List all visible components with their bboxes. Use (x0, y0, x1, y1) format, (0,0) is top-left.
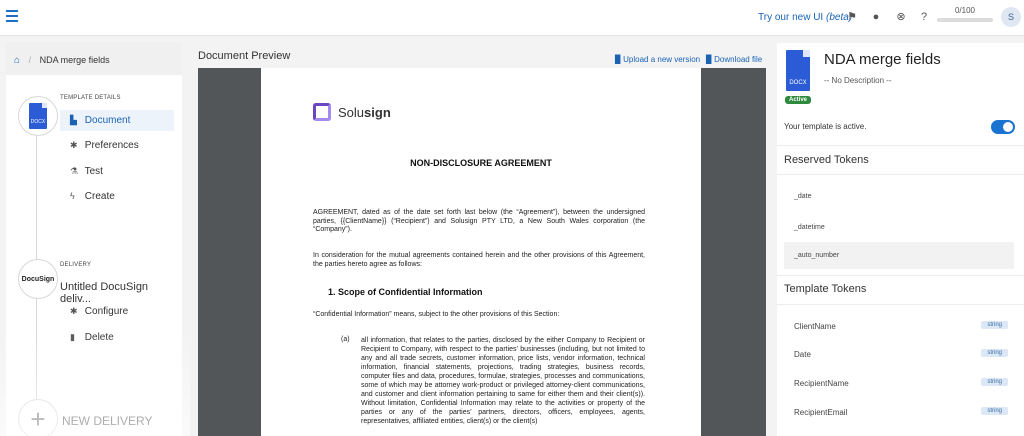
docx-label: DOCX (789, 80, 807, 86)
status-badge: Active (785, 96, 812, 104)
divider (777, 145, 1024, 146)
left-panel: ⌂ / NDA merge fields DOCX TEMPLATE DETAI… (6, 43, 182, 436)
menu-icon[interactable] (6, 10, 18, 22)
active-toggle[interactable] (991, 120, 1015, 134)
solusign-mark-icon (313, 103, 331, 121)
home-icon[interactable]: ⌂ (14, 55, 20, 66)
docx-label: DOCX (30, 119, 46, 125)
trash-icon: ▮ (70, 332, 75, 342)
flask-icon: ⚗ (70, 166, 79, 176)
template-token[interactable]: ClientName string (784, 313, 1014, 340)
template-name: NDA merge fields (824, 51, 941, 68)
document-section-heading: 1. Scope of Confidential Information (328, 287, 483, 297)
avatar[interactable]: S (1001, 7, 1021, 27)
bolt-icon: ϟ (70, 191, 75, 201)
token-name: RecipientEmail (794, 408, 848, 417)
delivery-label: DELIVERY (60, 262, 92, 268)
nav-item-preferences[interactable]: ✱ Preferences (60, 135, 174, 156)
docx-file-icon: DOCX (786, 50, 810, 91)
usage-bar (937, 18, 993, 22)
usage-meter: 0/100 (937, 6, 993, 22)
plus-icon: + (30, 404, 46, 434)
nav-item-create[interactable]: ϟ Create (60, 186, 174, 207)
upload-file-icon: ▉ (615, 55, 622, 64)
download-label: Download file (714, 55, 763, 64)
try-new-ui-link[interactable]: Try our new UI (beta) (758, 12, 852, 23)
breadcrumb-current: NDA merge fields (39, 55, 110, 65)
divider (777, 174, 1024, 175)
nav-item-label: Preferences (84, 140, 139, 151)
document-paragraph: “Confidential Information” means, subjec… (313, 311, 560, 318)
nav-item-document[interactable]: ▙ Document (60, 110, 174, 131)
token-type-badge: string (981, 378, 1008, 386)
template-description: -- No Description -- (824, 76, 892, 85)
usage-text: 0/100 (954, 6, 976, 15)
token-name: Date (794, 350, 811, 359)
document-paragraph: AGREEMENT, dated as of the date set fort… (313, 209, 645, 233)
docusign-logo: DocuSign (18, 259, 58, 299)
template-token[interactable]: Date string (784, 341, 1014, 368)
nav-item-test[interactable]: ⚗ Test (60, 161, 174, 182)
breadcrumb-separator: / (28, 55, 32, 65)
document-heading: NON-DISCLOSURE AGREEMENT (410, 158, 552, 168)
logo-suffix: sign (364, 105, 391, 120)
document-viewer[interactable]: Solusign NON-DISCLOSURE AGREEMENT AGREEM… (198, 68, 766, 436)
question-icon[interactable]: ? (917, 10, 931, 24)
token-name: ClientName (794, 322, 836, 331)
try-new-ui-text[interactable]: Try our new UI (758, 12, 823, 23)
new-delivery-label[interactable]: NEW DELIVERY (62, 414, 152, 428)
reserved-token[interactable]: _date (784, 183, 1014, 210)
token-type-badge: string (981, 407, 1008, 415)
nav-item-delete[interactable]: ▮ Delete (60, 327, 174, 348)
document-list-item: all information, that relates to the par… (361, 337, 645, 425)
breadcrumb: ⌂ / NDA merge fields (6, 43, 182, 75)
file-icon: ▙ (70, 115, 77, 125)
template-token[interactable]: RecipientEmail string (784, 399, 1014, 426)
add-delivery-button[interactable]: + (18, 399, 58, 436)
chat-icon[interactable]: ● (869, 10, 883, 24)
download-file-link[interactable]: ▉ Download file (706, 55, 762, 64)
template-details-label: TEMPLATE DETAILS (60, 95, 121, 101)
docx-file-icon: DOCX (29, 103, 47, 129)
nav-item-label: Test (84, 166, 103, 177)
token-type-badge: string (981, 349, 1008, 357)
active-status-text: Your template is active. (784, 122, 867, 131)
top-bar: Try our new UI (beta) ⚑ ● ⊗ ? 0/100 S (0, 0, 1024, 36)
gear-icon: ✱ (70, 306, 78, 316)
reserved-token[interactable]: _datetime (784, 214, 1014, 241)
reserved-token[interactable]: _auto_number (784, 242, 1014, 269)
template-token[interactable]: RecipientName string (784, 370, 1014, 397)
template-step-circle: DOCX (18, 96, 58, 136)
nav-item-label: Create (84, 191, 115, 202)
document-list-marker: (a) (341, 336, 350, 343)
flag-icon[interactable]: ⚑ (845, 10, 859, 24)
divider (777, 304, 1024, 305)
nav-item-label: Configure (84, 306, 129, 317)
gear-icon: ✱ (70, 140, 78, 150)
template-tokens-heading: Template Tokens (784, 283, 867, 295)
nav-item-configure[interactable]: ✱ Configure (60, 301, 174, 322)
download-file-icon: ▉ (706, 55, 713, 64)
right-panel: DOCX Active NDA merge fields -- No Descr… (777, 43, 1024, 436)
logo-prefix: Solu (338, 105, 365, 120)
upload-label: Upload a new version (623, 55, 701, 64)
reserved-tokens-heading: Reserved Tokens (784, 154, 869, 166)
token-type-badge: string (981, 321, 1008, 329)
upload-new-version-link[interactable]: ▉ Upload a new version (615, 55, 700, 64)
nav-item-label: Document (84, 115, 131, 126)
document-paragraph: In consideration for the mutual agreemen… (313, 252, 645, 268)
divider (777, 275, 1024, 276)
token-name: RecipientName (794, 379, 849, 388)
document-page: Solusign NON-DISCLOSURE AGREEMENT AGREEM… (261, 68, 701, 436)
help-ring-icon[interactable]: ⊗ (894, 10, 908, 24)
nav-item-label: Delete (84, 332, 114, 343)
solusign-wordmark: Solusign (338, 105, 391, 120)
document-preview-title: Document Preview (198, 50, 291, 62)
